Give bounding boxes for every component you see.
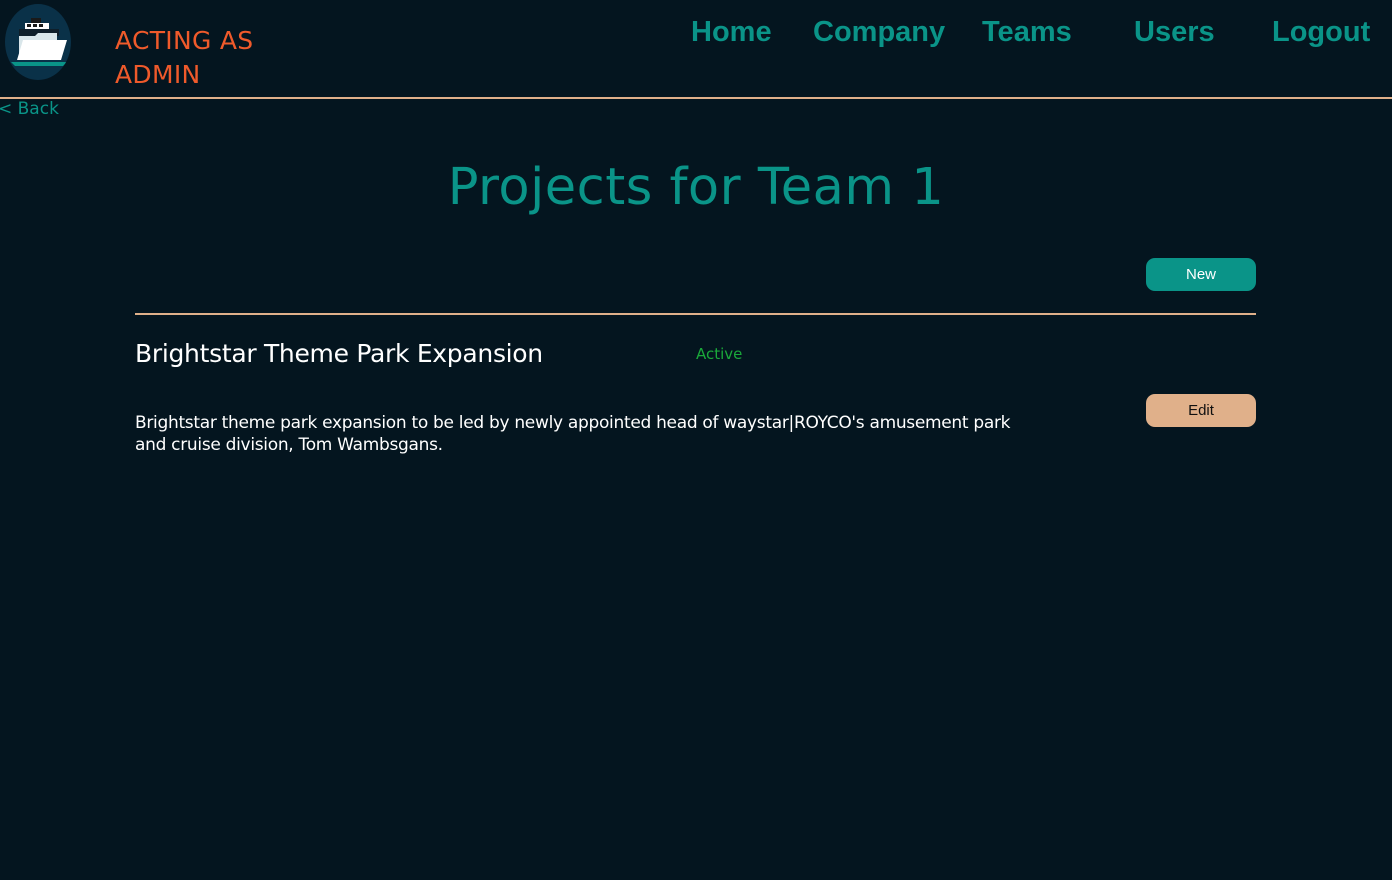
divider [135, 313, 1256, 315]
acting-as-admin-label: ACTING AS ADMIN [115, 26, 254, 89]
nav-company[interactable]: Company [813, 16, 945, 49]
nav-logout[interactable]: Logout [1272, 16, 1370, 49]
project-description: Brightstar theme park expansion to be le… [135, 413, 1011, 455]
nav-users[interactable]: Users [1134, 16, 1215, 49]
new-project-button[interactable]: New [1146, 258, 1256, 291]
page-title: Projects for Team 1 [447, 158, 945, 217]
nav-teams[interactable]: Teams [982, 16, 1072, 49]
status-badge: Active [696, 345, 743, 363]
folder-ship-logo-icon[interactable] [5, 4, 71, 80]
nav-home[interactable]: Home [691, 16, 772, 49]
edit-project-button[interactable]: Edit [1146, 394, 1256, 427]
top-header: ACTING AS ADMIN Home Company Teams Users… [0, 0, 1392, 99]
project-name: Brightstar Theme Park Expansion [135, 339, 543, 368]
back-link[interactable]: < Back [0, 99, 59, 119]
